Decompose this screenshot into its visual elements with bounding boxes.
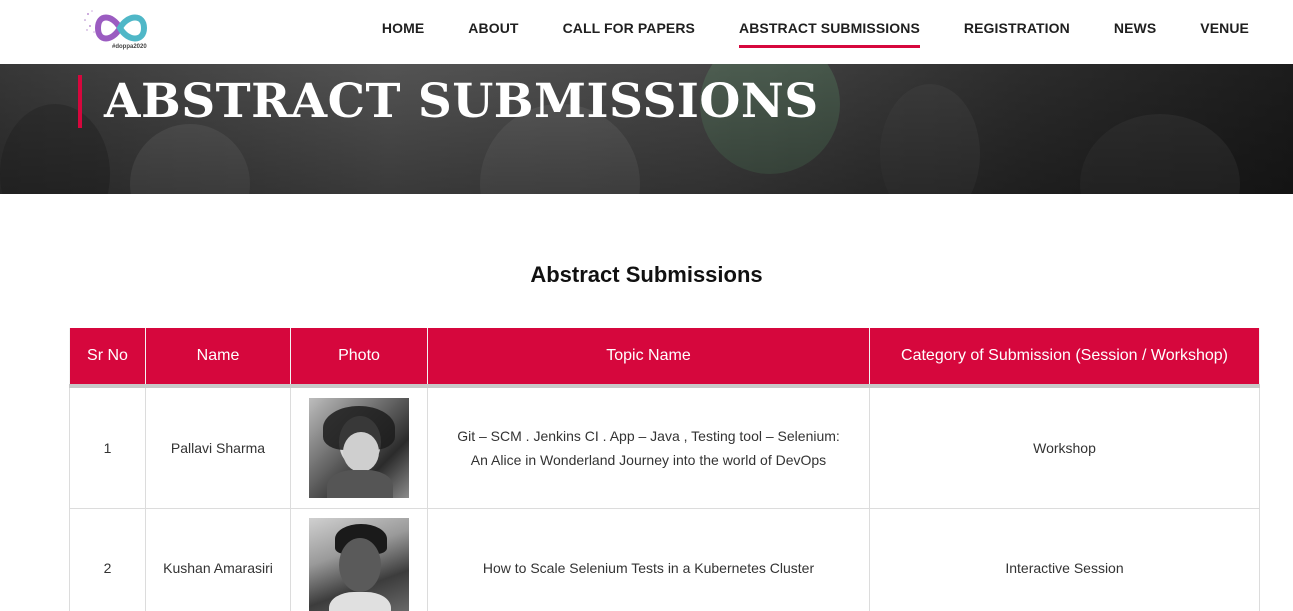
- table-row: 2 Kushan Amarasiri How to Scale Selenium…: [69, 507, 1260, 611]
- main-nav: HOME ABOUT CALL FOR PAPERS ABSTRACT SUBM…: [338, 0, 1249, 56]
- cell-name: Kushan Amarasiri: [145, 507, 291, 611]
- topic-line: How to Scale Selenium Tests in a Kuberne…: [482, 560, 815, 576]
- col-header-sr-no: Sr No: [69, 328, 146, 388]
- col-header-topic: Topic Name: [427, 328, 870, 388]
- nav-home[interactable]: HOME: [382, 0, 424, 56]
- cell-topic: How to Scale Selenium Tests in a Kuberne…: [427, 507, 870, 611]
- speaker-face-shape: [339, 538, 381, 592]
- cell-sr-no: 2: [69, 507, 146, 611]
- table-row: 1 Pallavi Sharma Git – SCM . Jenkins CI …: [69, 385, 1260, 509]
- speaker-photo: [309, 518, 409, 611]
- nav-abstract-submissions[interactable]: ABSTRACT SUBMISSIONS: [739, 0, 920, 56]
- cell-photo: [290, 385, 428, 509]
- nav-news[interactable]: NEWS: [1114, 0, 1156, 56]
- topic-line: Git – SCM . Jenkins CI . App – Java , Te…: [457, 427, 840, 444]
- nav-call-for-papers[interactable]: CALL FOR PAPERS: [563, 0, 695, 56]
- nav-about[interactable]: ABOUT: [468, 0, 518, 56]
- page-title: Abstract Submissions: [530, 262, 763, 287]
- nav-venue[interactable]: VENUE: [1200, 0, 1249, 56]
- banner-accent-bar: [78, 75, 82, 128]
- banner-title: ABSTRACT SUBMISSIONS: [104, 74, 819, 129]
- cell-name: Pallavi Sharma: [145, 385, 291, 509]
- page-banner: ABSTRACT SUBMISSIONS: [0, 64, 1293, 194]
- col-header-photo: Photo: [290, 328, 428, 388]
- speaker-shoulders-shape: [329, 592, 391, 611]
- col-header-category: Category of Submission (Session / Worksh…: [869, 328, 1260, 388]
- speaker-shoulders-shape: [327, 469, 393, 498]
- cell-category: Workshop: [869, 385, 1260, 509]
- cell-topic: Git – SCM . Jenkins CI . App – Java , Te…: [427, 385, 870, 509]
- submissions-table: Sr No Name Photo Topic Name Category of …: [69, 328, 1260, 611]
- speaker-face-shape: [343, 431, 379, 472]
- logo-tagline: #doppa2020: [112, 44, 147, 50]
- cell-category: Interactive Session: [869, 507, 1260, 611]
- site-header: #doppa2020 HOME ABOUT CALL FOR PAPERS AB…: [0, 0, 1293, 64]
- cell-photo: [290, 507, 428, 611]
- cell-sr-no: 1: [69, 385, 146, 509]
- nav-registration[interactable]: REGISTRATION: [964, 0, 1070, 56]
- col-header-name: Name: [145, 328, 291, 388]
- table-header-row: Sr No Name Photo Topic Name Category of …: [69, 328, 1260, 388]
- topic-line: An Alice in Wonderland Journey into the …: [470, 451, 827, 468]
- site-logo[interactable]: #doppa2020: [82, 6, 160, 56]
- speaker-photo: [309, 397, 409, 498]
